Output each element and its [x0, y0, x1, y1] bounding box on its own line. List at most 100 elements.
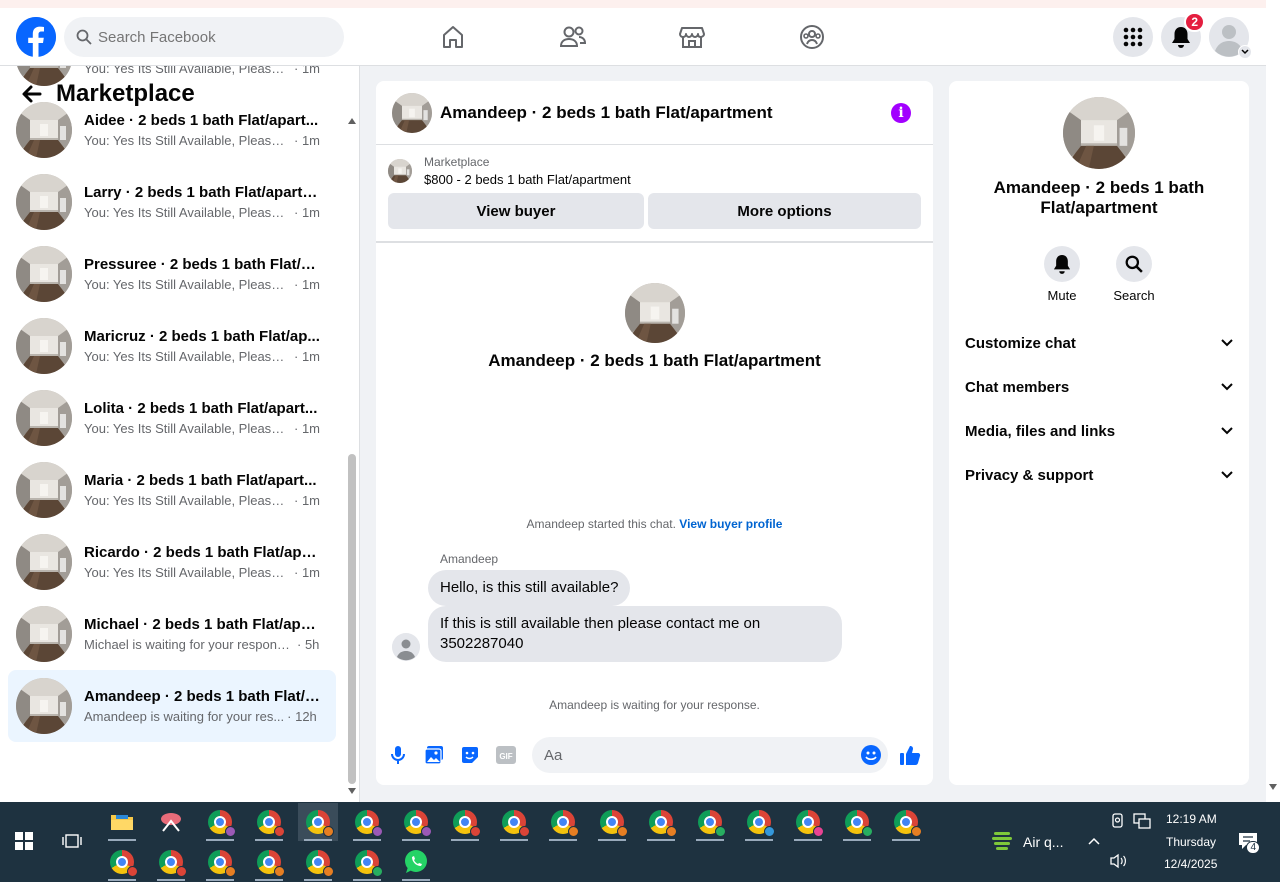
- profile-avatar[interactable]: [1209, 17, 1252, 59]
- conversation-avatar: [16, 318, 72, 374]
- photo-icon[interactable]: [422, 743, 446, 767]
- conversation-time: · 1m: [294, 133, 320, 148]
- gif-icon[interactable]: GIF: [494, 743, 518, 767]
- volume-icon[interactable]: [1098, 842, 1138, 880]
- conversation-item[interactable]: Pressuree · 2 beds 1 bath Flat/ap... You:…: [8, 238, 336, 310]
- conversation-time: · 1m: [294, 493, 320, 508]
- groups-icon[interactable]: [795, 20, 829, 54]
- message-input[interactable]: Aa: [532, 737, 888, 773]
- clock-day[interactable]: Thursday: [1166, 835, 1216, 849]
- like-icon[interactable]: [898, 743, 922, 767]
- conversation-item[interactable]: Aidee · 2 beds 1 bath Flat/apart... You: …: [8, 94, 336, 166]
- scrollbar-thumb[interactable]: [348, 454, 356, 784]
- conversation-item[interactable]: ...You: Yes Its Still Available, Please …: [8, 66, 336, 94]
- file-explorer-icon[interactable]: [102, 803, 142, 841]
- weather-text[interactable]: Air q...: [1023, 834, 1063, 850]
- menu-grid-icon[interactable]: [1113, 17, 1153, 57]
- chat-details-panel: Amandeep · 2 beds 1 bath Flat/apartment …: [949, 81, 1249, 785]
- chrome-taskbar-icon[interactable]: [445, 803, 485, 841]
- chrome-taskbar-icon[interactable]: [690, 803, 730, 841]
- conversation-title: Aidee · 2 beds 1 bath Flat/apart...: [84, 112, 319, 129]
- chrome-taskbar-icon[interactable]: [249, 803, 289, 841]
- windows-start-icon[interactable]: [4, 822, 44, 860]
- chrome-taskbar-icon[interactable]: [739, 803, 779, 841]
- conversation-preview: You: Yes Its Still Available, Please S..…: [84, 421, 291, 436]
- conversation-item[interactable]: Ricardo · 2 beds 1 bath Flat/apar... You:…: [8, 526, 336, 598]
- conversation-avatar: [16, 246, 72, 302]
- search-box[interactable]: [64, 17, 344, 57]
- chrome-taskbar-icon[interactable]: [347, 843, 387, 881]
- conversation-time: · 1m: [294, 277, 320, 292]
- network-icon[interactable]: [1122, 802, 1162, 840]
- whatsapp-icon[interactable]: [396, 843, 436, 881]
- home-icon[interactable]: [436, 20, 470, 54]
- chrome-taskbar-icon[interactable]: [151, 843, 191, 881]
- conversation-item[interactable]: Larry · 2 beds 1 bath Flat/apartm... You:…: [8, 166, 336, 238]
- chrome-taskbar-icon[interactable]: [102, 843, 142, 881]
- sticker-icon[interactable]: [458, 743, 482, 767]
- chrome-taskbar-icon[interactable]: [200, 843, 240, 881]
- chat-intro-name: Amandeep · 2 beds 1 bath Flat/apartment: [488, 351, 821, 370]
- privacy-support-section[interactable]: Privacy & support: [965, 453, 1233, 497]
- view-buyer-button[interactable]: View buyer: [388, 193, 644, 229]
- listing-title[interactable]: $800 - 2 beds 1 bath Flat/apartment: [424, 172, 631, 187]
- chrome-taskbar-icon[interactable]: [298, 843, 338, 881]
- chat-title[interactable]: Amandeep · 2 beds 1 bath Flat/apartment: [440, 103, 773, 123]
- snipping-tool-icon[interactable]: [151, 803, 191, 841]
- message-composer: GIF Aa: [376, 735, 933, 775]
- marketplace-icon[interactable]: [675, 20, 709, 54]
- conversation-avatar: [16, 606, 72, 662]
- chrome-taskbar-icon[interactable]: [249, 843, 289, 881]
- conversation-item[interactable]: Amandeep · 2 beds 1 bath Flat/a... Amande…: [8, 670, 336, 742]
- more-options-button[interactable]: More options: [648, 193, 921, 229]
- chrome-taskbar-icon[interactable]: [886, 803, 926, 841]
- weather-icon[interactable]: [982, 822, 1022, 860]
- conversation-avatar: [16, 66, 72, 86]
- sender-avatar[interactable]: [392, 633, 420, 661]
- microphone-icon[interactable]: [386, 743, 410, 767]
- chevron-down-icon[interactable]: [1238, 45, 1252, 59]
- chrome-taskbar-icon[interactable]: [837, 803, 877, 841]
- notifications-button[interactable]: 2: [1161, 12, 1205, 57]
- clock-time[interactable]: 12:19 AM: [1166, 812, 1217, 826]
- sidebar-scrollbar[interactable]: [346, 114, 358, 802]
- conversation-preview: Amandeep is waiting for your res...: [84, 709, 285, 724]
- media-files-links-section[interactable]: Media, files and links: [965, 409, 1233, 453]
- clock-date[interactable]: 12/4/2025: [1164, 857, 1217, 871]
- conversation-item[interactable]: Maricruz · 2 beds 1 bath Flat/ap... You: …: [8, 310, 336, 382]
- conversation-preview: You: Yes Its Still Available, Please S..…: [84, 349, 291, 364]
- conversation-item[interactable]: Michael · 2 beds 1 bath Flat/apar... Mich…: [8, 598, 336, 670]
- chrome-taskbar-icon[interactable]: [543, 803, 583, 841]
- page-scrollbar[interactable]: [1266, 0, 1280, 802]
- action-center-icon[interactable]: 4: [1228, 822, 1268, 860]
- chrome-taskbar-icon[interactable]: [298, 803, 338, 841]
- search-in-chat-button[interactable]: Search: [1104, 246, 1164, 303]
- info-icon[interactable]: i: [891, 103, 911, 123]
- chrome-taskbar-icon[interactable]: [200, 803, 240, 841]
- conversation-avatar: [16, 390, 72, 446]
- chrome-taskbar-icon[interactable]: [788, 803, 828, 841]
- chrome-taskbar-icon[interactable]: [641, 803, 681, 841]
- conversation-item[interactable]: Lolita · 2 beds 1 bath Flat/apart... You:…: [8, 382, 336, 454]
- chrome-taskbar-icon[interactable]: [396, 803, 436, 841]
- emoji-icon[interactable]: [859, 743, 883, 767]
- view-buyer-profile-link[interactable]: View buyer profile: [679, 517, 782, 531]
- message-bubble[interactable]: Hello, is this still available?: [428, 570, 631, 606]
- mute-button[interactable]: Mute: [1032, 246, 1092, 303]
- conversation-title: Ricardo · 2 beds 1 bath Flat/apar...: [84, 544, 320, 561]
- search-input[interactable]: [98, 28, 318, 46]
- facebook-logo[interactable]: [16, 17, 56, 57]
- task-view-icon[interactable]: [52, 822, 92, 860]
- customize-chat-section[interactable]: Customize chat: [965, 321, 1233, 365]
- message-bubble[interactable]: If this is still available then please c…: [428, 606, 842, 662]
- search-icon: [1125, 255, 1143, 273]
- conversation-item[interactable]: Maria · 2 beds 1 bath Flat/apart... You: …: [8, 454, 336, 526]
- chrome-taskbar-icon[interactable]: [494, 803, 534, 841]
- chat-members-section[interactable]: Chat members: [965, 365, 1233, 409]
- chrome-taskbar-icon[interactable]: [347, 803, 387, 841]
- friends-icon[interactable]: [556, 20, 590, 54]
- chrome-taskbar-icon[interactable]: [592, 803, 632, 841]
- chat-avatar[interactable]: [392, 93, 432, 133]
- chat-intro-avatar: [625, 283, 685, 343]
- chat-started-note: Amandeep started this chat. View buyer p…: [376, 517, 933, 531]
